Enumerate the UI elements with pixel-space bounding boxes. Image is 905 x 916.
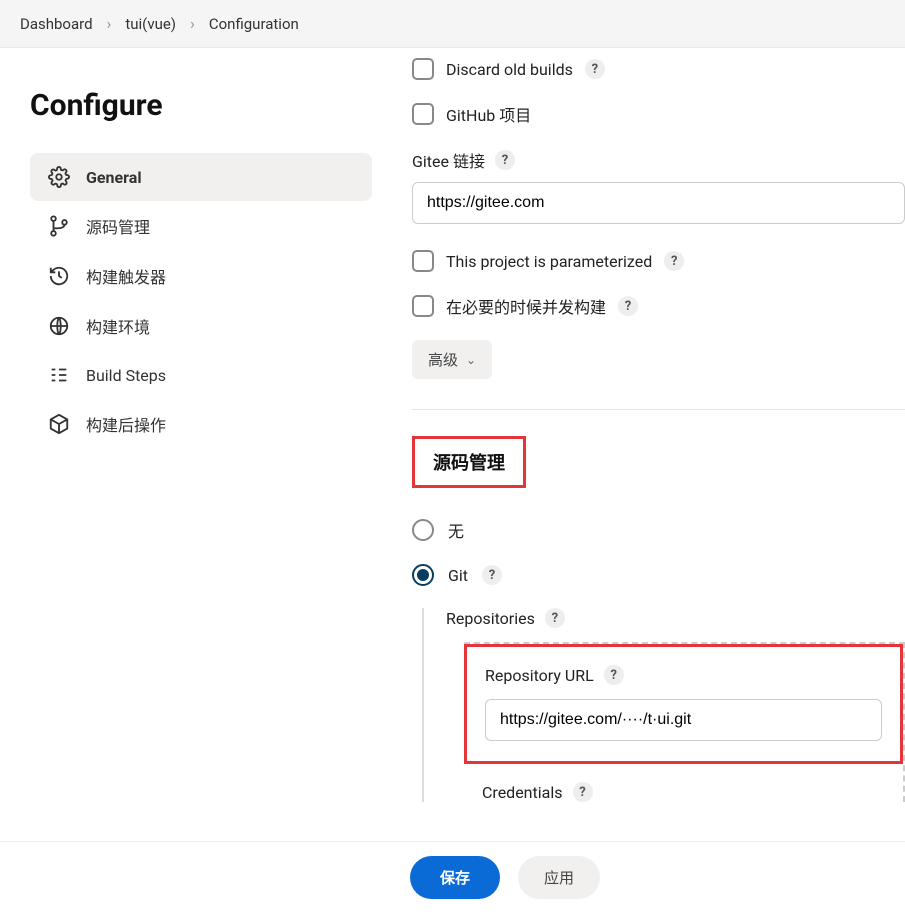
concurrent-label: 在必要的时候并发构建 [446,294,606,318]
help-icon[interactable]: ? [482,565,502,585]
sidebar-item-label: 构建触发器 [86,264,166,288]
scm-section-header: 源码管理 [412,436,526,488]
gitee-link-label: Gitee 链接 [412,148,485,172]
help-icon[interactable]: ? [495,150,515,170]
discard-builds-label: Discard old builds [446,60,573,79]
save-button[interactable]: 保存 [410,856,500,899]
parameterized-checkbox[interactable] [412,250,434,272]
scm-none-radio[interactable] [412,519,434,541]
chevron-right-icon: › [190,14,195,33]
sidebar-item-label: General [86,168,142,187]
breadcrumb-page[interactable]: Configuration [209,15,299,33]
scm-none-label: 无 [448,518,464,542]
help-icon[interactable]: ? [573,782,593,802]
advanced-label: 高级 [428,349,458,370]
sidebar: Configure General 源码管理 构建触发器 构建环境 [0,48,390,916]
parameterized-label: This project is parameterized [446,252,652,271]
github-project-label: GitHub 项目 [446,102,531,126]
repo-url-label: Repository URL [485,666,594,685]
chevron-right-icon: › [107,14,112,33]
sidebar-item-label: 构建后操作 [86,412,166,436]
sidebar-item-buildsteps[interactable]: Build Steps [30,351,372,399]
scm-git-radio[interactable] [412,564,434,586]
help-icon[interactable]: ? [585,59,605,79]
footer-actions: 保存 应用 [0,841,905,913]
branch-icon [48,215,70,237]
advanced-button[interactable]: 高级 ⌄ [412,340,492,379]
help-icon[interactable]: ? [618,296,638,316]
sidebar-item-label: 源码管理 [86,214,150,238]
scm-title: 源码管理 [433,449,505,475]
apply-button[interactable]: 应用 [518,856,600,899]
globe-icon [48,315,70,337]
history-icon [48,265,70,287]
main-content: Discard old builds ? GitHub 项目 Gitee 链接 … [390,48,905,916]
breadcrumb: Dashboard › tui(vue) › Configuration [0,0,905,48]
scm-git-label: Git [448,566,468,585]
sidebar-item-postbuild[interactable]: 构建后操作 [30,399,372,449]
breadcrumb-dashboard[interactable]: Dashboard [20,15,93,33]
sidebar-item-env[interactable]: 构建环境 [30,301,372,351]
repo-url-input[interactable] [485,699,882,741]
github-project-checkbox[interactable] [412,103,434,125]
sidebar-item-general[interactable]: General [30,153,372,201]
help-icon[interactable]: ? [604,665,624,685]
help-icon[interactable]: ? [664,251,684,271]
gitee-link-input[interactable] [412,182,905,224]
repositories-label: Repositories [446,609,535,628]
chevron-down-icon: ⌄ [466,353,476,367]
page-title: Configure [30,88,372,123]
repo-url-highlight: Repository URL ? [464,644,903,764]
package-icon [48,413,70,435]
steps-icon [48,364,70,386]
discard-builds-checkbox[interactable] [412,58,434,80]
credentials-label: Credentials [482,783,563,802]
divider [412,409,905,410]
sidebar-item-label: 构建环境 [86,314,150,338]
sidebar-item-triggers[interactable]: 构建触发器 [30,251,372,301]
gear-icon [48,166,70,188]
concurrent-checkbox[interactable] [412,295,434,317]
help-icon[interactable]: ? [545,608,565,628]
sidebar-item-scm[interactable]: 源码管理 [30,201,372,251]
breadcrumb-project[interactable]: tui(vue) [125,15,176,33]
sidebar-item-label: Build Steps [86,366,166,385]
